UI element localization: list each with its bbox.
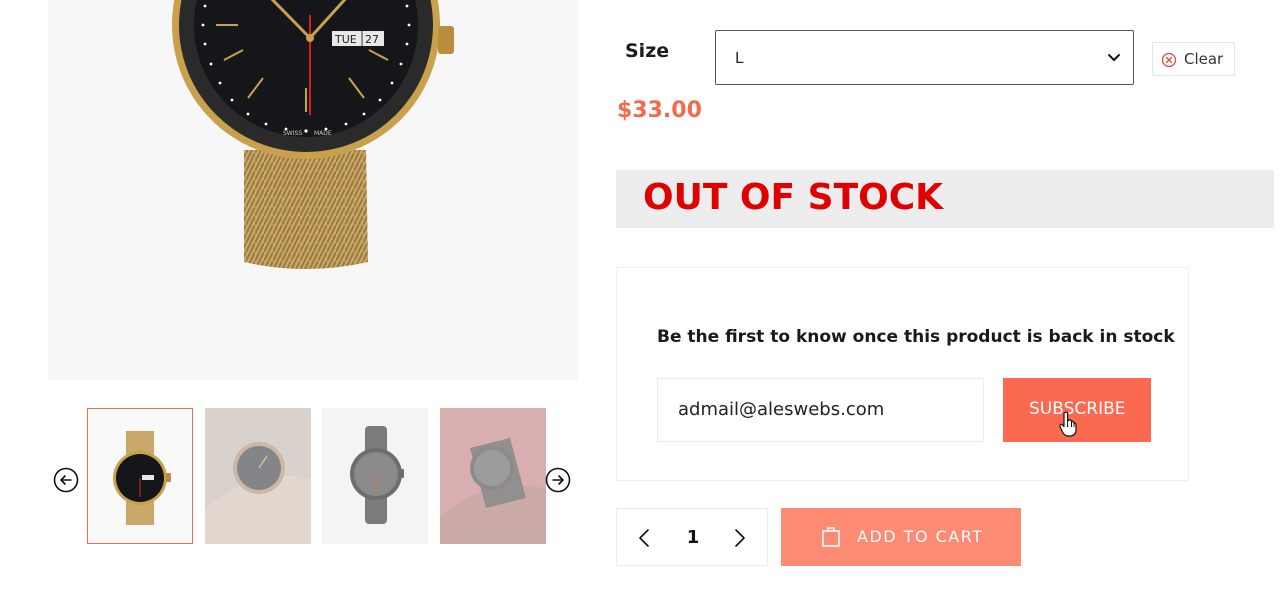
add-to-cart-label: ADD TO CART (857, 527, 984, 546)
size-label: Size (625, 40, 670, 62)
thumbnail-watch-gray (322, 408, 428, 544)
watch-date: 27 (365, 33, 379, 46)
quantity-stepper: 1 (616, 508, 768, 566)
stock-status-text: OUT OF STOCK (643, 177, 944, 218)
size-select[interactable]: L (715, 30, 1134, 85)
size-select-value: L (735, 49, 744, 67)
arrow-right-circle-icon (545, 467, 571, 493)
notify-heading: Be the first to know once this product i… (657, 327, 1175, 347)
thumbnail-watch-black (113, 431, 171, 525)
dial-text-right: MADE (314, 130, 332, 137)
dial-text-left: SWISS (283, 130, 302, 137)
clear-button-label: Clear (1184, 50, 1224, 68)
close-circle-icon (1161, 52, 1177, 68)
chevron-down-icon (1108, 54, 1120, 61)
stock-status-bar: OUT OF STOCK (616, 170, 1274, 228)
thumb-next-arrow[interactable] (545, 467, 571, 493)
hand-pointer-icon (1059, 411, 1077, 437)
subscribe-button-label: SUBSCRIBE (1029, 399, 1126, 419)
thumbnail-3[interactable] (322, 408, 428, 544)
product-main-image[interactable]: TUE 27 SWISS MADE (48, 0, 578, 380)
clear-button[interactable]: Clear (1152, 42, 1235, 76)
add-to-cart-button[interactable]: ADD TO CART (781, 508, 1021, 566)
thumbnail-4[interactable] (440, 408, 546, 544)
thumb-prev-arrow[interactable] (53, 467, 79, 493)
email-input-value: admail@aleswebs.com (678, 399, 885, 420)
thumbnail-2[interactable] (205, 408, 311, 544)
product-price: $33.00 (617, 98, 702, 123)
thumbnail-1[interactable] (87, 408, 193, 544)
watch-image: TUE 27 SWISS MADE (172, 0, 454, 269)
shopping-bag-icon (822, 527, 840, 547)
back-in-stock-form: Be the first to know once this product i… (616, 267, 1189, 481)
email-input[interactable]: admail@aleswebs.com (657, 378, 984, 442)
subscribe-button[interactable]: SUBSCRIBE (1003, 378, 1151, 442)
chevron-right-icon[interactable] (733, 528, 747, 548)
watch-day: TUE (334, 33, 357, 46)
arrow-left-circle-icon (53, 467, 79, 493)
